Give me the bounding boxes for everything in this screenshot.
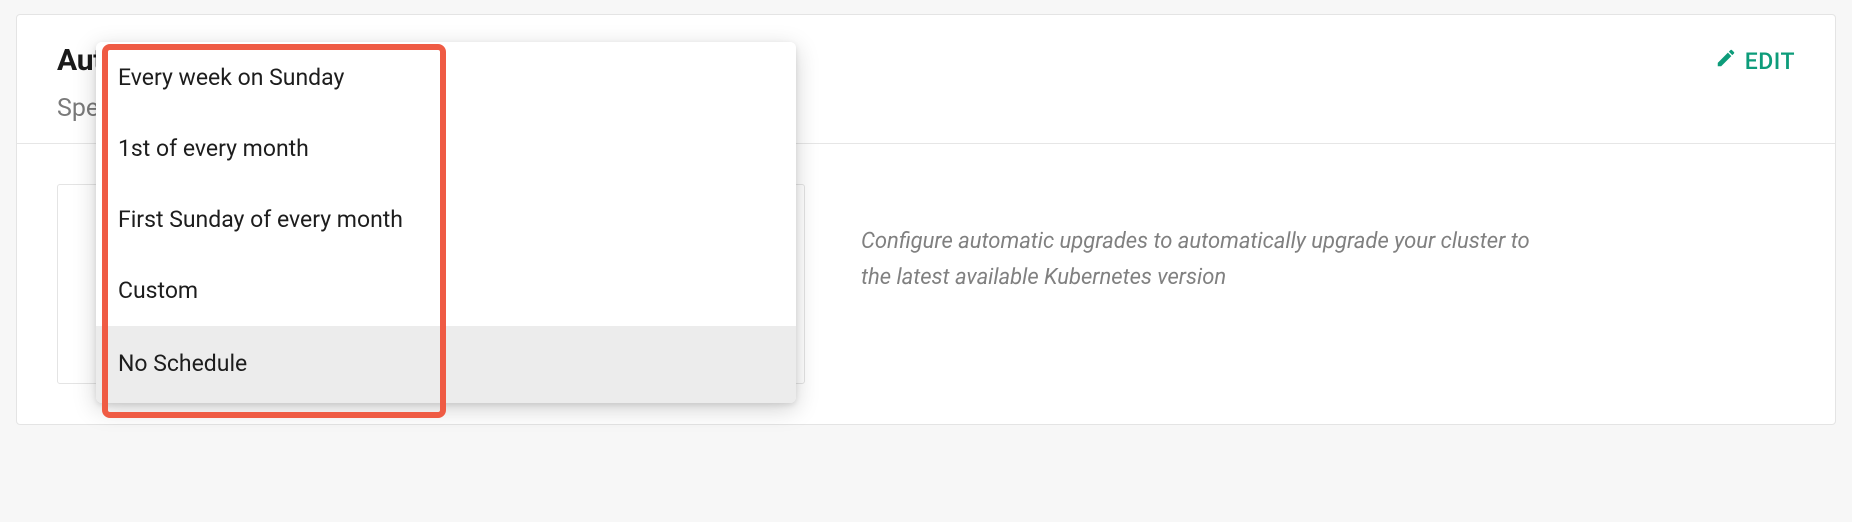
dropdown-option[interactable]: Every week on Sunday — [96, 42, 796, 113]
description-text: Configure automatic upgrades to automati… — [861, 224, 1541, 297]
description-area: Configure automatic upgrades to automati… — [845, 184, 1795, 384]
dropdown-option[interactable]: No Schedule — [96, 326, 796, 403]
dropdown-option[interactable]: First Sunday of every month — [96, 184, 796, 255]
dropdown-option[interactable]: 1st of every month — [96, 113, 796, 184]
pencil-icon — [1715, 47, 1737, 75]
edit-label: EDIT — [1745, 48, 1795, 75]
schedule-dropdown[interactable]: Every week on Sunday1st of every monthFi… — [96, 42, 796, 403]
dropdown-option[interactable]: Custom — [96, 255, 796, 326]
edit-button[interactable]: EDIT — [1715, 43, 1795, 75]
